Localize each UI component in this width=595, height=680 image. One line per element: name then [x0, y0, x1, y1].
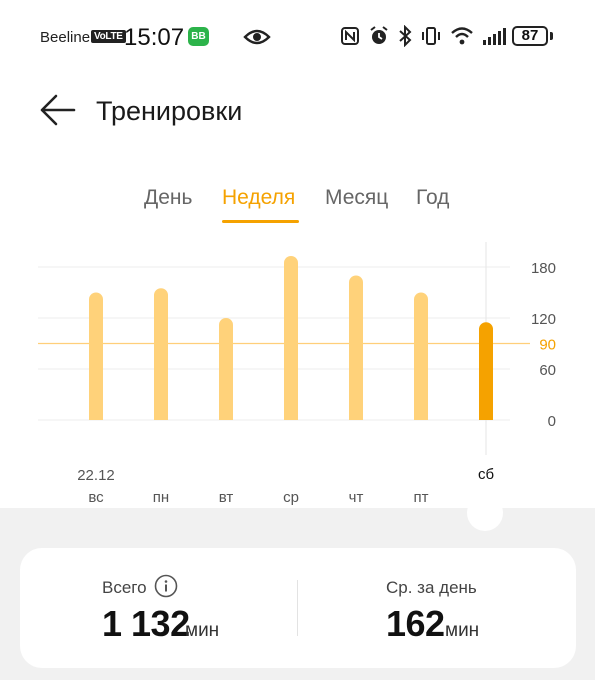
bar: [284, 255, 298, 420]
bar-base: [349, 413, 363, 420]
x-tick-label: пн: [153, 489, 169, 506]
carrier-name: Beeline: [40, 29, 91, 46]
tab-week[interactable]: Неделя: [222, 186, 295, 210]
date-label: 22.12: [77, 467, 115, 484]
status-icons: [340, 24, 508, 52]
bar: [154, 288, 168, 420]
eye-icon: [243, 27, 271, 52]
total-value: 1 132: [102, 603, 190, 644]
bar: [219, 318, 233, 420]
daily-average-value: 162: [386, 603, 445, 644]
info-icon[interactable]: [154, 574, 178, 598]
x-tick-label: пт: [414, 489, 429, 506]
bar: [89, 292, 103, 420]
selection-handle[interactable]: [467, 495, 503, 531]
clock: 15:07: [124, 24, 185, 51]
y-tick-label: 60: [539, 362, 556, 379]
active-tab-indicator: [222, 220, 299, 223]
bar: [349, 275, 363, 420]
bar: [414, 292, 428, 420]
y-tick-label: 120: [531, 311, 556, 328]
x-tick-label: чт: [349, 489, 364, 506]
wifi-icon: [450, 26, 474, 51]
battery-icon: [550, 32, 553, 40]
back-arrow-icon: [40, 94, 76, 126]
bluetooth-icon: [398, 24, 412, 52]
bar-base: [479, 413, 493, 420]
bar-base: [154, 413, 168, 420]
app-notification-icon: BB: [188, 27, 209, 46]
tab-day[interactable]: День: [144, 186, 192, 210]
weekly-workout-chart[interactable]: 0 60 120 180 90 22.12 вс пн вт ср чт пт сб: [0, 230, 595, 510]
total-unit: мин: [185, 620, 220, 641]
total-label: Всего: [102, 578, 147, 597]
signal-icon: [482, 26, 508, 51]
tab-year[interactable]: Год: [416, 186, 449, 210]
x-tick-label: сб: [478, 466, 494, 483]
daily-average-unit: мин: [445, 620, 480, 641]
page-title: Тренировки: [96, 96, 243, 126]
alarm-icon: [368, 25, 390, 52]
y-tick-label: 0: [548, 413, 556, 430]
back-button[interactable]: [40, 94, 76, 126]
bar-base: [219, 413, 233, 420]
bar-base: [414, 413, 428, 420]
bar: [479, 322, 493, 420]
goal-label: 90: [539, 337, 556, 354]
nfc-icon: [340, 26, 360, 51]
vibrate-icon: [420, 25, 442, 52]
status-bar: Beeline VoLTE 15:07 BB 87: [0, 0, 595, 76]
tab-month[interactable]: Месяц: [325, 186, 388, 210]
x-tick-label: ср: [283, 489, 299, 506]
x-tick-label: вс: [88, 489, 104, 506]
bar-base: [284, 413, 298, 420]
bar-base: [89, 413, 103, 420]
stats-divider: [297, 580, 298, 636]
volte-badge: VoLTE: [91, 30, 126, 43]
x-tick-label: вт: [219, 489, 234, 506]
daily-average-label: Ср. за день: [386, 578, 477, 597]
period-tabs: День Неделя Месяц Год: [0, 186, 595, 226]
battery-level: 87: [512, 26, 548, 46]
y-tick-label: 180: [531, 260, 556, 277]
